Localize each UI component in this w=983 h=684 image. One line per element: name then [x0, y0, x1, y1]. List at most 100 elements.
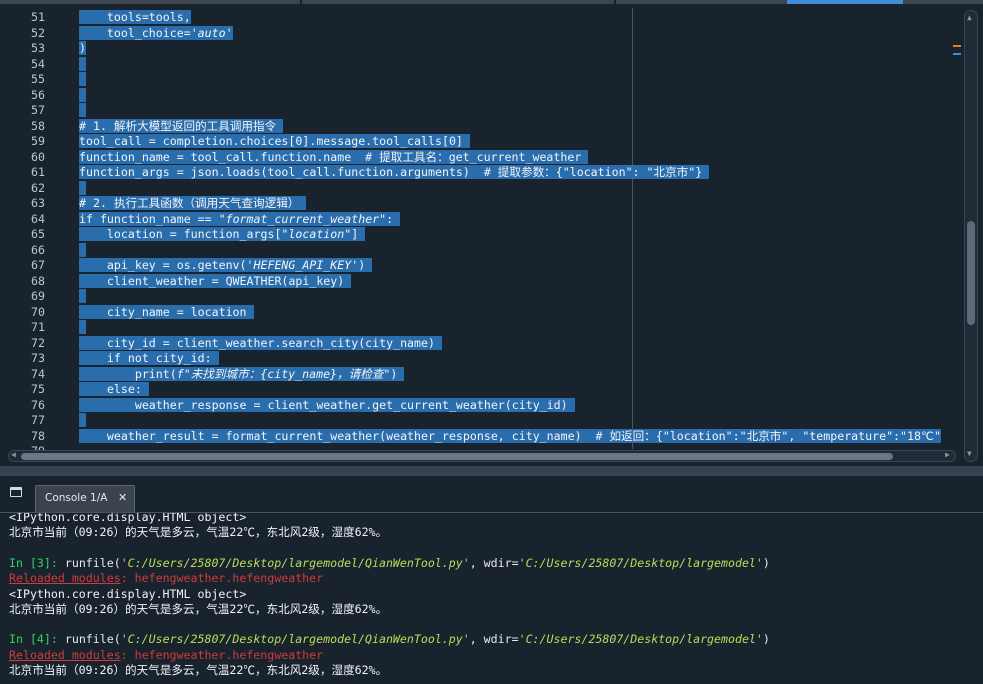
line-number: 71: [31, 320, 45, 334]
close-icon[interactable]: ✕: [118, 491, 127, 504]
code-line[interactable]: 65 location = function_args["location"]: [0, 227, 962, 242]
code-text: function_name = tool_call.function.name …: [79, 149, 589, 165]
code-token: city_id = client_weather.search_city(cit…: [79, 335, 442, 350]
vertical-scroll-thumb[interactable]: [967, 221, 975, 325]
line-number: 70: [31, 304, 45, 319]
code-line[interactable]: 77: [0, 413, 962, 428]
console-token: In [: [9, 555, 37, 570]
code-line[interactable]: 56: [0, 87, 962, 103]
code-text: api_key = os.getenv('HEFENG_API_KEY'): [79, 258, 373, 273]
code-editor[interactable]: 51 tools=tools, 52 tool_choice='auto' 53) 5…: [0, 0, 983, 466]
line-number: 52: [31, 25, 45, 40]
line-number: 72: [31, 335, 45, 350]
code-line[interactable]: 72 city_id = client_weather.search_city(…: [0, 335, 962, 351]
code-line[interactable]: 55: [0, 72, 962, 87]
line-number: 77: [31, 413, 45, 427]
console-line: Reloaded modules: hefengweather.hefengwe…: [9, 648, 323, 662]
console-line: <IPython.core.display.HTML object>: [9, 512, 247, 524]
window-icon[interactable]: [10, 487, 22, 497]
code-token: tool_call = completion.choices[0].messag…: [79, 134, 470, 148]
code-text: if not city_id:: [79, 351, 219, 366]
code-text: function_args = json.loads(tool_call.fun…: [79, 165, 710, 180]
console-output[interactable]: <IPython.core.display.HTML object> 北京市当前（…: [0, 512, 983, 684]
scroll-left-icon[interactable]: ◀: [11, 450, 16, 459]
code-text: [79, 413, 86, 428]
line-number: 66: [31, 242, 45, 257]
pane-splitter[interactable]: [0, 466, 983, 476]
code-line[interactable]: 78 weather_result = format_current_weath…: [0, 428, 962, 444]
code-token: [79, 242, 86, 257]
code-line[interactable]: 60 function_name = tool_call.function.nam…: [0, 149, 962, 165]
splitter-grip[interactable]: [0, 469, 983, 473]
line-number: 54: [31, 56, 45, 71]
code-token: [79, 320, 86, 334]
code-line[interactable]: 73 if not city_id:: [0, 351, 962, 366]
scroll-right-icon[interactable]: ▶: [945, 450, 950, 459]
line-number: 56: [31, 87, 45, 102]
code-line[interactable]: 64 if function_name == "format_current_we…: [0, 211, 962, 227]
code-line[interactable]: 66: [0, 242, 962, 258]
console-token: 'C:/Users/25807/Desktop/largemodel/QianW…: [120, 632, 470, 647]
code-token: tool_choice=: [79, 25, 191, 40]
code-line[interactable]: 74 print(f"未找到城市：{city_name}，请检查"): [0, 366, 962, 382]
code-line[interactable]: 61 function_args = json.loads(tool_call.f…: [0, 165, 962, 180]
console-token: 3: [36, 555, 44, 570]
console-token: 'C:/Users/25807/Desktop/largemodel': [518, 555, 763, 570]
horizontal-scroll-thumb[interactable]: [21, 453, 893, 460]
code-line[interactable]: 70 city_name = location: [0, 304, 962, 320]
console-token: : hefengweather.hefengweather: [120, 571, 324, 586]
code-line[interactable]: 62: [0, 180, 962, 196]
console-line: 北京市当前（09:26）的天气是多云，气温22℃，东北风2级，湿度62%。: [9, 602, 387, 616]
code-overview-bar[interactable]: [948, 4, 962, 450]
line-number: 69: [31, 289, 45, 303]
scroll-down-icon[interactable]: ▼: [967, 449, 972, 458]
console-token: ]:: [43, 555, 65, 570]
console-token: 4: [36, 632, 44, 647]
console-tab-bar: Console 1/A ✕: [0, 476, 983, 512]
code-line[interactable]: 76 weather_response = client_weather.get…: [0, 397, 962, 413]
console-token: runfile(: [64, 555, 121, 570]
code-line[interactable]: 68 client_weather = QWEATHER(api_key): [0, 273, 962, 289]
console-token: 北京市当前（09:26）的天气是多云，气温22℃，东北风2级，湿度62%。: [9, 663, 388, 677]
code-line[interactable]: 63 # 2. 执行工具函数（调用天气查询逻辑）: [0, 196, 962, 211]
editor-horizontal-scrollbar[interactable]: ◀ ▶: [8, 450, 956, 462]
code-text: weather_response = client_weather.get_cu…: [79, 397, 575, 413]
code-text: tools=tools,: [79, 10, 191, 25]
code-line[interactable]: 51 tools=tools,: [0, 10, 962, 25]
scroll-up-icon[interactable]: ▲: [967, 13, 972, 22]
overview-info-marker[interactable]: [953, 53, 961, 55]
line-number: 53: [31, 41, 45, 55]
code-token: [79, 56, 86, 71]
console-token: <IPython.core.display.HTML object>: [9, 512, 247, 524]
code-text: print(f"未找到城市：{city_name}，请检查"): [79, 366, 405, 382]
tab-console-1a[interactable]: Console 1/A ✕: [35, 485, 135, 512]
ipython-console-pane[interactable]: Console 1/A ✕ <IPython.core.display.HTML…: [0, 476, 983, 684]
code-line[interactable]: 58 # 1. 解析大模型返回的工具调用指令: [0, 118, 962, 134]
code-token: location = function_args[: [79, 227, 282, 241]
code-text: [79, 320, 86, 335]
code-line[interactable]: 57: [0, 103, 962, 118]
code-line[interactable]: 71: [0, 320, 962, 335]
code-token: ]: [351, 227, 366, 241]
code-line[interactable]: 67 api_key = os.getenv('HEFENG_API_KEY'): [0, 258, 962, 273]
editor-text-area[interactable]: 51 tools=tools, 52 tool_choice='auto' 53) 5…: [0, 4, 962, 450]
code-line[interactable]: 53): [0, 41, 962, 56]
code-token: # 1. 解析大模型返回的工具调用指令: [79, 118, 284, 133]
editor-vertical-scrollbar[interactable]: ▲ ▼: [964, 10, 978, 462]
code-line[interactable]: 59 tool_call = completion.choices[0].mess…: [0, 134, 962, 149]
code-line[interactable]: 54: [0, 56, 962, 72]
code-token: client_weather = QWEATHER(api_key): [79, 273, 352, 288]
code-text: [79, 87, 86, 103]
code-line[interactable]: 69: [0, 289, 962, 304]
code-text: [79, 56, 86, 72]
line-number: 51: [31, 10, 45, 24]
code-line[interactable]: 75 else:: [0, 382, 962, 397]
code-token: 'HEFENG_API_KEY': [246, 258, 359, 272]
overview-warning-marker[interactable]: [953, 45, 961, 47]
code-line[interactable]: 52 tool_choice='auto': [0, 25, 962, 41]
code-text: [79, 72, 86, 87]
console-token: 'C:/Users/25807/Desktop/largemodel': [518, 632, 763, 647]
code-token: :: [386, 211, 401, 226]
console-token: ]:: [43, 632, 65, 647]
code-text: # 1. 解析大模型返回的工具调用指令: [79, 118, 284, 134]
